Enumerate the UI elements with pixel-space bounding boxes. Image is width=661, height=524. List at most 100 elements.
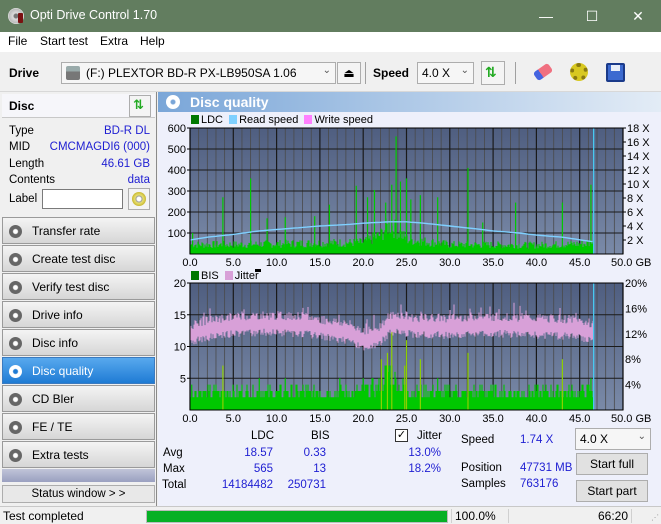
menu-extra[interactable]: Extra (100, 34, 128, 48)
transfer-rate-icon (9, 225, 22, 238)
x-tick: 50.0 GB (611, 413, 651, 422)
menu-bar: File Start test Extra Help (0, 32, 661, 52)
save-icon (606, 63, 625, 82)
menu-start-test[interactable]: Start test (40, 34, 88, 48)
max-label: Max (163, 463, 185, 475)
menu-help[interactable]: Help (140, 34, 165, 48)
label-input[interactable] (42, 189, 123, 209)
y-tick-right: 8 X (627, 193, 644, 205)
status-separator (508, 509, 509, 523)
y-tick-right: 2 X (627, 235, 644, 247)
x-tick: 15.0 (309, 257, 330, 269)
nav-create-test-disc[interactable]: Create test disc (2, 245, 155, 272)
y-tick-right: 16 X (627, 137, 650, 149)
disc-refresh-button[interactable]: ⇅ (129, 95, 151, 117)
x-tick: 0.0 (182, 257, 197, 269)
x-tick: 45.0 (569, 413, 590, 422)
y-tick-left: 500 (168, 144, 186, 156)
toolbar-divider (365, 62, 366, 84)
erase-button[interactable] (531, 61, 555, 85)
x-tick: 30.0 (439, 413, 460, 422)
nav-extra-tests[interactable]: Extra tests (2, 441, 155, 468)
position-value: 47731 MB (520, 462, 573, 474)
refresh-icon: ⇅ (485, 64, 497, 80)
close-button[interactable]: ✕ (615, 0, 661, 32)
x-tick: 35.0 (482, 257, 503, 269)
resize-grip-icon[interactable]: ⋰ (651, 513, 659, 522)
nav-disc-quality[interactable]: Disc quality (2, 357, 155, 384)
disc-header-label: Disc (9, 99, 35, 113)
speed-select[interactable]: 4.0 X ⌄ (417, 62, 474, 84)
ldc-chart: 100 200 300 400 500 600 2 X 4 X 6 X 8 X 10 X 12 X 14… (168, 123, 652, 269)
settings-button[interactable] (567, 61, 591, 85)
y-tick-right: 6 X (627, 207, 644, 219)
drive-info-icon (9, 309, 22, 322)
minimize-button[interactable]: — (523, 0, 569, 32)
verify-disc-icon (9, 281, 22, 294)
nav-label: Transfer rate (32, 224, 101, 238)
menu-file[interactable]: File (8, 34, 27, 48)
progress-bar (146, 510, 448, 523)
extra-tests-icon (9, 449, 22, 462)
length-label: Length (9, 158, 45, 170)
x-tick: 40.0 (526, 257, 547, 269)
jitter-checkbox[interactable]: ✓ (395, 429, 408, 442)
start-full-button[interactable]: Start full (576, 453, 648, 475)
drive-select[interactable]: (F:) PLEXTOR BD-R PX-LB950SA 1.06 ⌄ (61, 62, 336, 84)
y-tick-left: 400 (168, 165, 186, 177)
jitter-label: Jitter (417, 430, 442, 442)
y-tick-right: 8% (625, 354, 641, 366)
status-bar: Test completed 100.0% 66:20 ⋰ (0, 506, 661, 524)
status-window-button[interactable]: Status window > > (2, 485, 155, 503)
total-ldc: 14184482 (221, 479, 273, 491)
x-tick: 5.0 (226, 413, 241, 422)
type-value: BD-R DL (103, 125, 150, 137)
maximize-button[interactable]: ☐ (569, 0, 615, 32)
y-tick-right: 4 X (627, 221, 644, 233)
y-tick-left: 15 (174, 310, 186, 322)
test-speed-select[interactable]: 4.0 X ⌄ (575, 428, 651, 450)
avg-bis: 0.33 (303, 447, 326, 459)
test-speed-value: 4.0 X (580, 432, 609, 446)
x-tick: 15.0 (309, 413, 330, 422)
x-tick: 40.0 (526, 413, 547, 422)
nav-cd-bler[interactable]: CD Bler (2, 385, 155, 412)
x-tick: 50.0 GB (611, 257, 651, 269)
progress-fill (147, 511, 447, 522)
nav-fe-te[interactable]: FE / TE (2, 413, 155, 440)
y-tick-left: 200 (168, 207, 186, 219)
total-label: Total (162, 479, 187, 491)
y-tick-left: 5 (180, 373, 186, 385)
bis-jitter-chart: 5 10 15 20 4% 8% 12% 16% 20% 0.0 5.0 10.0 15.0 20.0 25… (174, 278, 652, 422)
disc-icon (132, 192, 146, 206)
settings-icon (570, 63, 588, 81)
start-part-button[interactable]: Start part (576, 480, 648, 502)
nav-disc-info[interactable]: Disc info (2, 329, 155, 356)
y-tick-right: 12% (625, 329, 647, 341)
label-disc-button[interactable] (128, 188, 150, 210)
erase-icon (532, 62, 554, 82)
disc-info-icon (9, 337, 22, 350)
x-tick: 20.0 (352, 257, 373, 269)
nav-drive-info[interactable]: Drive info (2, 301, 155, 328)
y-tick-right: 4% (625, 380, 641, 392)
nav-label: Disc quality (32, 364, 94, 378)
create-disc-icon (9, 253, 22, 266)
chevron-down-icon: ⌄ (637, 431, 646, 442)
drive-icon (66, 66, 80, 80)
col-ldc-header: LDC (251, 430, 275, 442)
nav-label: FE / TE (32, 420, 73, 434)
speed-value: 4.0 X (422, 66, 451, 80)
nav-verify-test-disc[interactable]: Verify test disc (2, 273, 155, 300)
nav-transfer-rate[interactable]: Transfer rate (2, 217, 155, 244)
x-tick: 0.0 (182, 413, 197, 422)
charts-canvas: 100 200 300 400 500 600 2 X 4 X 6 X 8 X 10 X 12 X 14… (168, 123, 652, 422)
drive-value: (F:) PLEXTOR BD-R PX-LB950SA 1.06 (86, 66, 297, 80)
max-jitter: 18.2% (408, 463, 441, 475)
speed-stat-label: Speed (461, 434, 495, 446)
nav-label: Disc info (32, 336, 79, 350)
x-tick: 30.0 (439, 257, 460, 269)
save-button[interactable] (604, 61, 628, 85)
refresh-button[interactable]: ⇅ (481, 61, 505, 85)
eject-button[interactable]: ⏏ (337, 62, 361, 84)
